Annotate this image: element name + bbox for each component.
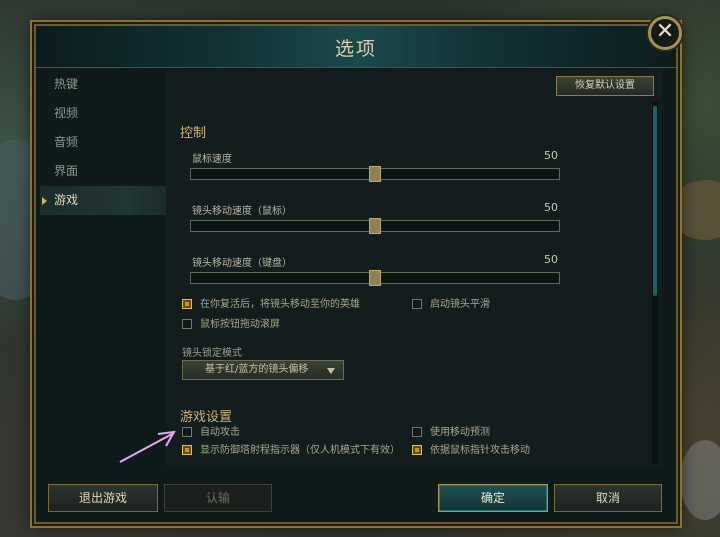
- sidebar-item-label: 音频: [54, 135, 79, 149]
- dropdown-value: 基于红/蓝方的镜头偏移: [205, 364, 309, 375]
- checkbox-label: 鼠标按钮拖动滚屏: [200, 319, 280, 330]
- sidebar-item-label: 游戏: [54, 193, 79, 207]
- checkbox[interactable]: [182, 299, 192, 309]
- slider-value: 50: [544, 201, 558, 214]
- slider-label: 镜头移动速度（键盘）: [192, 258, 292, 269]
- camera-keyboard-speed-slider[interactable]: [190, 270, 560, 286]
- chevron-down-icon: [327, 368, 335, 374]
- checkbox[interactable]: [412, 445, 422, 455]
- slider-value: 50: [544, 253, 558, 266]
- checkbox[interactable]: [182, 427, 192, 437]
- sidebar-item-label: 界面: [54, 164, 79, 178]
- sidebar: 热键 视频 音频 界面 游戏: [40, 70, 166, 215]
- checkbox[interactable]: [412, 427, 422, 437]
- checkbox-label: 自动攻击: [200, 427, 240, 438]
- section-title-controls: 控制: [180, 126, 207, 141]
- checkbox-label: 显示防御塔射程指示器（仅人机模式下有效）: [200, 445, 400, 456]
- arrow-icon: [119, 430, 176, 463]
- surrender-button[interactable]: 认输: [164, 484, 272, 512]
- background-scenery: [680, 440, 720, 520]
- restore-defaults-button[interactable]: 恢复默认设置: [556, 76, 654, 96]
- checkbox-label: 启动镜头平滑: [430, 299, 490, 310]
- checkbox[interactable]: [182, 445, 192, 455]
- slider-handle[interactable]: [369, 166, 381, 182]
- checkbox[interactable]: [412, 299, 422, 309]
- cancel-button[interactable]: 取消: [554, 484, 662, 512]
- slider-handle[interactable]: [369, 218, 381, 234]
- slider-handle[interactable]: [369, 270, 381, 286]
- checkbox-label: 依据鼠标指针攻击移动: [430, 445, 530, 456]
- title-bar: 选项: [36, 26, 676, 68]
- slider-label: 镜头移动速度（鼠标）: [192, 206, 292, 217]
- slider-value: 50: [544, 149, 558, 162]
- checkbox-label: 在你复活后，将镜头移动至你的英雄: [200, 299, 360, 310]
- checkbox-label: 使用移动预测: [430, 427, 490, 438]
- sidebar-item-game[interactable]: 游戏: [40, 186, 166, 215]
- camera-lock-dropdown[interactable]: 基于红/蓝方的镜头偏移: [182, 360, 344, 380]
- sidebar-item-video[interactable]: 视频: [40, 99, 166, 128]
- slider-label: 鼠标速度: [192, 154, 232, 165]
- dialog-title: 选项: [334, 38, 377, 60]
- sidebar-item-label: 视频: [54, 106, 79, 120]
- sidebar-item-sound[interactable]: 音频: [40, 128, 166, 157]
- camera-mouse-speed-slider[interactable]: [190, 218, 560, 234]
- checkbox[interactable]: [182, 319, 192, 329]
- quit-game-button[interactable]: 退出游戏: [48, 484, 158, 512]
- mouse-speed-slider[interactable]: [190, 166, 560, 182]
- ok-button[interactable]: 确定: [438, 484, 548, 512]
- scrollbar-thumb[interactable]: [653, 106, 657, 296]
- close-button[interactable]: ✕: [648, 16, 682, 50]
- section-title-game-settings: 游戏设置: [180, 410, 233, 425]
- sidebar-item-hotkeys[interactable]: 热键: [40, 70, 166, 99]
- close-icon: ✕: [655, 19, 675, 44]
- settings-panel: 恢复默认设置 控制 鼠标速度 50 镜头移动速度（鼠标） 50 镜头移动速度（键…: [166, 70, 662, 468]
- sidebar-item-interface[interactable]: 界面: [40, 157, 166, 186]
- sidebar-item-label: 热键: [54, 77, 79, 91]
- camera-lock-label: 镜头锁定模式: [182, 348, 242, 359]
